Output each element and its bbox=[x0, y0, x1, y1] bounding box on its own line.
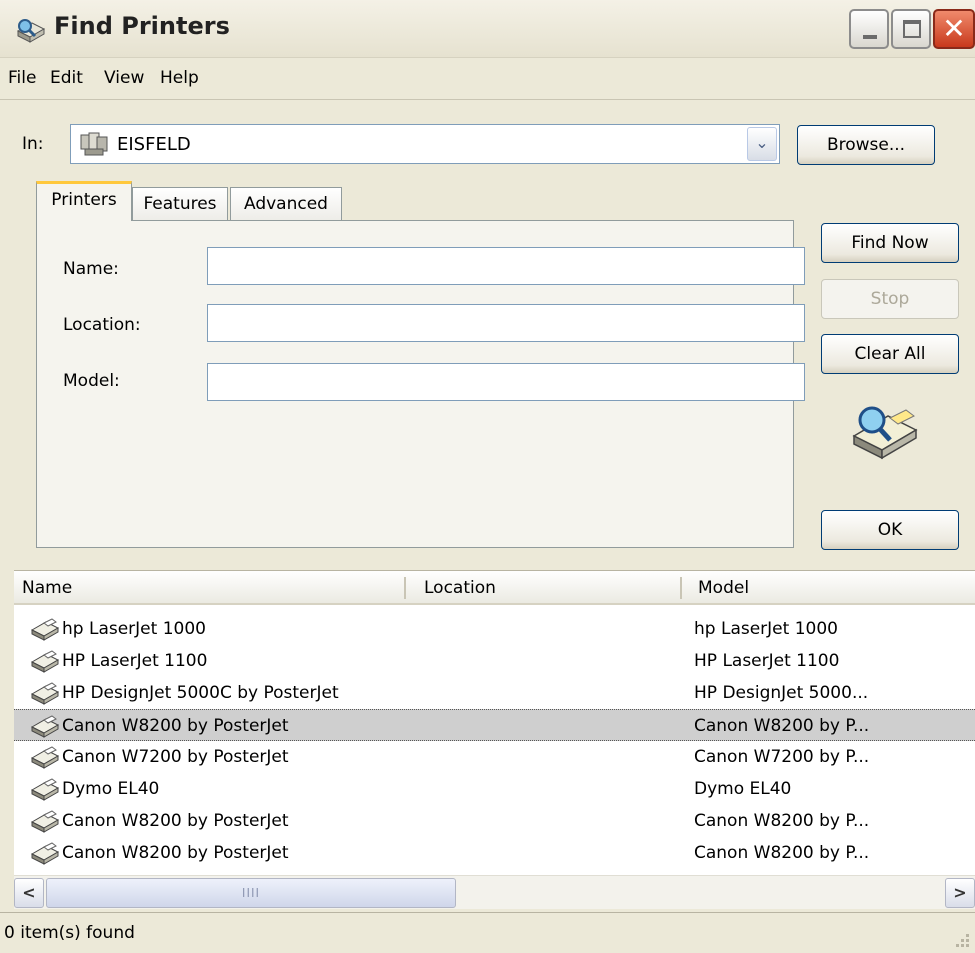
find-printer-icon bbox=[16, 19, 46, 43]
printer-icon bbox=[30, 810, 60, 833]
printer-icon bbox=[30, 842, 60, 865]
printer-model: Canon W8200 by P... bbox=[694, 843, 870, 863]
location-label: Location: bbox=[63, 315, 141, 335]
location-field[interactable] bbox=[207, 304, 805, 342]
horizontal-scrollbar[interactable]: < IIII > bbox=[14, 875, 975, 909]
scroll-right-button[interactable]: > bbox=[945, 878, 975, 908]
scrollbar-thumb[interactable]: IIII bbox=[46, 878, 456, 908]
printer-name: hp LaserJet 1000 bbox=[62, 619, 206, 639]
printer-icon bbox=[30, 618, 60, 641]
column-header-label: Location bbox=[424, 578, 496, 598]
chevron-down-icon[interactable]: ⌄ bbox=[747, 127, 777, 161]
printer-name: Dymo EL40 bbox=[62, 779, 160, 799]
printer-model: HP DesignJet 5000... bbox=[694, 683, 869, 703]
browse-button[interactable]: Browse... bbox=[797, 125, 935, 165]
maximize-button[interactable] bbox=[891, 9, 931, 49]
printer-name: Canon W8200 by PosterJet bbox=[62, 843, 289, 863]
column-header-model[interactable]: Model bbox=[682, 571, 975, 605]
printer-model: HP LaserJet 1100 bbox=[694, 651, 840, 671]
printer-name: HP DesignJet 5000C by PosterJet bbox=[62, 683, 339, 703]
tab-features[interactable]: Features bbox=[132, 187, 228, 223]
model-label: Model: bbox=[63, 371, 120, 391]
close-icon: ✕ bbox=[942, 12, 966, 45]
menu-help[interactable]: Help bbox=[160, 68, 199, 88]
printer-icon bbox=[30, 778, 60, 801]
tab-advanced[interactable]: Advanced bbox=[230, 187, 342, 223]
printer-model: hp LaserJet 1000 bbox=[694, 619, 838, 639]
printer-icon bbox=[30, 746, 60, 769]
search-scope-select[interactable]: EISFELD ⌄ bbox=[70, 124, 780, 164]
name-label: Name: bbox=[63, 259, 119, 279]
printer-name: HP LaserJet 1100 bbox=[62, 651, 208, 671]
resize-grip-icon[interactable] bbox=[953, 931, 971, 949]
printer-model: Canon W7200 by P... bbox=[694, 747, 870, 767]
status-bar: 0 item(s) found bbox=[0, 912, 975, 953]
menu-view[interactable]: View bbox=[104, 68, 144, 88]
window-title: Find Printers bbox=[54, 12, 230, 40]
results-list[interactable]: Name Location Model hp LaserJet 1000 hp … bbox=[14, 570, 975, 906]
printers-tab-panel: Name: Location: Model: bbox=[36, 220, 805, 548]
maximize-icon bbox=[903, 20, 921, 38]
printer-name: Canon W8200 by PosterJet bbox=[62, 811, 289, 831]
printer-icon bbox=[30, 650, 60, 673]
tab-printers[interactable]: Printers bbox=[36, 181, 132, 221]
menu-file[interactable]: File bbox=[8, 68, 36, 88]
printer-name: Canon W8200 by PosterJet bbox=[62, 716, 289, 736]
printer-icon bbox=[30, 682, 60, 705]
find-now-button[interactable]: Find Now bbox=[821, 223, 959, 263]
list-item[interactable]: HP DesignJet 5000C by PosterJet HP Desig… bbox=[14, 677, 975, 709]
list-item[interactable]: Canon W7200 by PosterJet Canon W7200 by … bbox=[14, 741, 975, 773]
stop-button[interactable]: Stop bbox=[821, 279, 959, 319]
column-header-location[interactable]: Location bbox=[406, 571, 682, 605]
scroll-left-button[interactable]: < bbox=[14, 878, 44, 908]
title-bar[interactable]: Find Printers ✕ bbox=[0, 0, 975, 58]
printer-name: Canon W7200 by PosterJet bbox=[62, 747, 289, 767]
name-field[interactable] bbox=[207, 247, 805, 285]
printer-search-animation-icon bbox=[852, 406, 918, 460]
menu-edit[interactable]: Edit bbox=[50, 68, 83, 88]
list-item[interactable]: HP LaserJet 1100 HP LaserJet 1100 bbox=[14, 645, 975, 677]
column-header-label: Model bbox=[698, 578, 750, 598]
find-printers-window: Find Printers ✕ File Edit View Help In: … bbox=[0, 0, 975, 953]
printer-model: Canon W8200 by P... bbox=[694, 811, 870, 831]
printer-model: Canon W8200 by P... bbox=[694, 716, 870, 736]
model-field[interactable] bbox=[207, 363, 805, 401]
minimize-button[interactable] bbox=[849, 9, 889, 49]
directory-icon bbox=[80, 132, 108, 156]
menu-bar: File Edit View Help bbox=[0, 58, 975, 100]
clear-all-button[interactable]: Clear All bbox=[821, 334, 959, 374]
printer-icon bbox=[30, 715, 60, 738]
list-item[interactable]: Canon W8200 by PosterJet Canon W8200 by … bbox=[14, 837, 975, 869]
search-scope-value: EISFELD bbox=[117, 134, 191, 155]
list-item-selected[interactable]: Canon W8200 by PosterJet Canon W8200 by … bbox=[14, 709, 975, 741]
list-item[interactable]: hp LaserJet 1000 hp LaserJet 1000 bbox=[14, 613, 975, 645]
column-header-name[interactable]: Name bbox=[14, 571, 406, 605]
column-header-label: Name bbox=[22, 578, 73, 598]
status-text: 0 item(s) found bbox=[4, 923, 135, 943]
close-button[interactable]: ✕ bbox=[933, 9, 975, 49]
in-label: In: bbox=[22, 134, 44, 154]
printer-model: Dymo EL40 bbox=[694, 779, 792, 799]
list-item[interactable]: Dymo EL40 Dymo EL40 bbox=[14, 773, 975, 805]
ok-button[interactable]: OK bbox=[821, 510, 959, 550]
list-item[interactable]: Canon W8200 by PosterJet Canon W8200 by … bbox=[14, 805, 975, 837]
minimize-icon bbox=[863, 35, 877, 39]
